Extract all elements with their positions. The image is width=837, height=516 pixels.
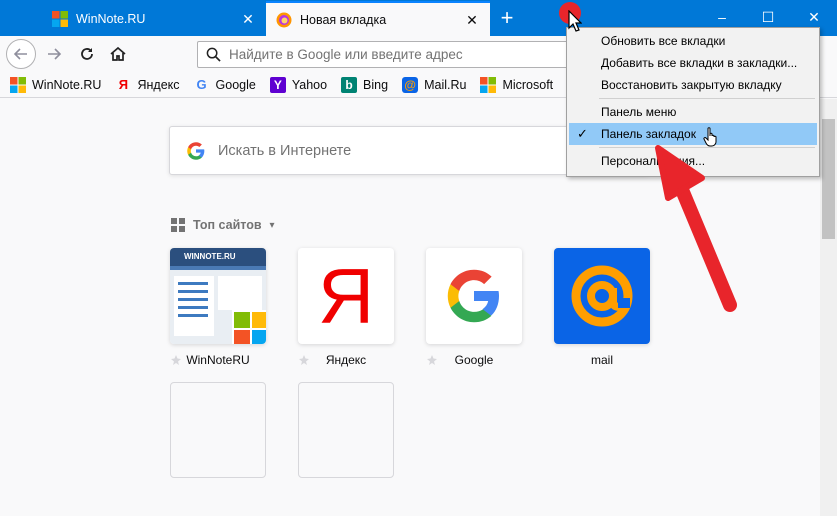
bookmark-mailru[interactable]: @ Mail.Ru xyxy=(402,76,467,93)
tab-title: WinNote.RU xyxy=(76,11,146,26)
mailru-icon: @ xyxy=(402,76,419,93)
reload-button[interactable] xyxy=(73,40,101,68)
top-site-tile-winnote[interactable]: WINNOTE.RU xyxy=(170,248,266,344)
bookmark-label: Bing xyxy=(363,77,389,92)
menu-item-label: Обновить все вкладки xyxy=(601,34,726,48)
annotation-arrow-icon xyxy=(655,145,737,312)
arrow-left-icon xyxy=(13,48,27,60)
address-bar[interactable]: Найдите в Google или введите адрес xyxy=(197,41,577,68)
top-site-label: Яндекс xyxy=(325,353,367,367)
bookmark-label: WinNote.RU xyxy=(32,77,102,92)
top-sites-header[interactable]: Топ сайтов ▾ xyxy=(171,218,275,232)
checkmark-icon: ✓ xyxy=(577,126,588,141)
google-icon xyxy=(187,141,205,160)
home-icon xyxy=(110,46,126,61)
menu-item-label: Добавить все вкладки в закладки... xyxy=(601,56,798,70)
window-grip xyxy=(0,0,38,36)
bookmark-winnote[interactable]: WinNote.RU xyxy=(10,76,102,93)
bookmark-google[interactable]: G Google xyxy=(194,77,256,93)
yahoo-icon: Y xyxy=(269,76,286,93)
tab-new-tab[interactable]: Новая вкладка ✕ xyxy=(266,1,490,36)
mouse-pointer-icon xyxy=(568,10,582,32)
chevron-down-icon[interactable]: ▾ xyxy=(270,220,275,231)
google-icon: G xyxy=(196,77,207,92)
top-site-label: mail xyxy=(590,353,613,367)
close-icon[interactable]: ✕ xyxy=(240,11,256,27)
mailru-icon xyxy=(571,265,633,327)
home-button[interactable] xyxy=(104,40,132,68)
close-icon[interactable]: ✕ xyxy=(464,12,480,28)
back-button[interactable] xyxy=(6,39,36,69)
firefox-icon xyxy=(276,12,292,27)
menu-separator xyxy=(599,98,815,99)
menu-item-reload-all-tabs[interactable]: Обновить все вкладки xyxy=(569,30,817,52)
menu-item-label: Восстановить закрытую вкладку xyxy=(601,78,782,92)
page-scrollbar[interactable] xyxy=(820,99,837,516)
bookmark-yandex[interactable]: Я Яндекс xyxy=(115,77,180,93)
tab-winnote[interactable]: WinNote.RU ✕ xyxy=(42,1,266,36)
tab-title: Новая вкладка xyxy=(300,12,387,27)
new-tab-button[interactable]: + xyxy=(492,4,522,32)
top-site-tile-yandex[interactable]: Я xyxy=(298,248,394,344)
bing-icon: b xyxy=(341,76,358,93)
microsoft-logo-icon xyxy=(10,76,26,93)
top-site-tile-empty[interactable] xyxy=(170,382,266,478)
menu-item-bookmark-all-tabs[interactable]: Добавить все вкладки в закладки... xyxy=(569,52,817,74)
bookmark-label: Google xyxy=(215,77,256,92)
menu-item-label: Панель меню xyxy=(601,105,677,119)
bookmark-label: Яндекс xyxy=(137,77,180,92)
top-site-tile-empty[interactable] xyxy=(298,382,394,478)
top-sites-title: Топ сайтов xyxy=(193,218,262,232)
bookmark-yahoo[interactable]: Y Yahoo xyxy=(269,76,328,93)
address-bar-placeholder: Найдите в Google или введите адрес xyxy=(229,47,463,62)
forward-button[interactable] xyxy=(40,40,68,68)
microsoft-logo-icon xyxy=(52,10,68,27)
top-site-tile-mail[interactable] xyxy=(554,248,650,344)
yandex-icon: Я xyxy=(317,251,375,340)
arrow-right-icon xyxy=(48,48,62,60)
menu-item-menu-bar[interactable]: Панель меню xyxy=(569,101,817,123)
search-icon xyxy=(206,47,221,62)
reload-icon xyxy=(81,48,93,60)
microsoft-logo-icon xyxy=(232,310,266,344)
bookmark-microsoft[interactable]: Microsoft xyxy=(480,76,554,93)
menu-item-restore-closed-tab[interactable]: Восстановить закрытую вкладку xyxy=(569,74,817,96)
top-site-label: WinNoteRU xyxy=(186,353,250,367)
top-site-label: Google xyxy=(454,353,494,367)
grid-icon xyxy=(171,218,185,232)
hand-pointer-icon xyxy=(703,127,717,147)
web-search-placeholder: Искать в Интернете xyxy=(218,142,352,159)
bookmark-bing[interactable]: b Bing xyxy=(341,76,389,93)
microsoft-logo-icon xyxy=(480,76,497,93)
bookmark-label: Mail.Ru xyxy=(424,77,467,92)
yandex-icon: Я xyxy=(118,77,129,92)
bookmark-label: Yahoo xyxy=(291,77,328,92)
bookmark-label: Microsoft xyxy=(502,77,554,92)
thumbnail-site-name: WINNOTE.RU xyxy=(170,248,266,266)
scrollbar-thumb[interactable] xyxy=(822,119,835,239)
google-icon xyxy=(447,269,499,323)
top-site-tile-google[interactable] xyxy=(426,248,522,344)
